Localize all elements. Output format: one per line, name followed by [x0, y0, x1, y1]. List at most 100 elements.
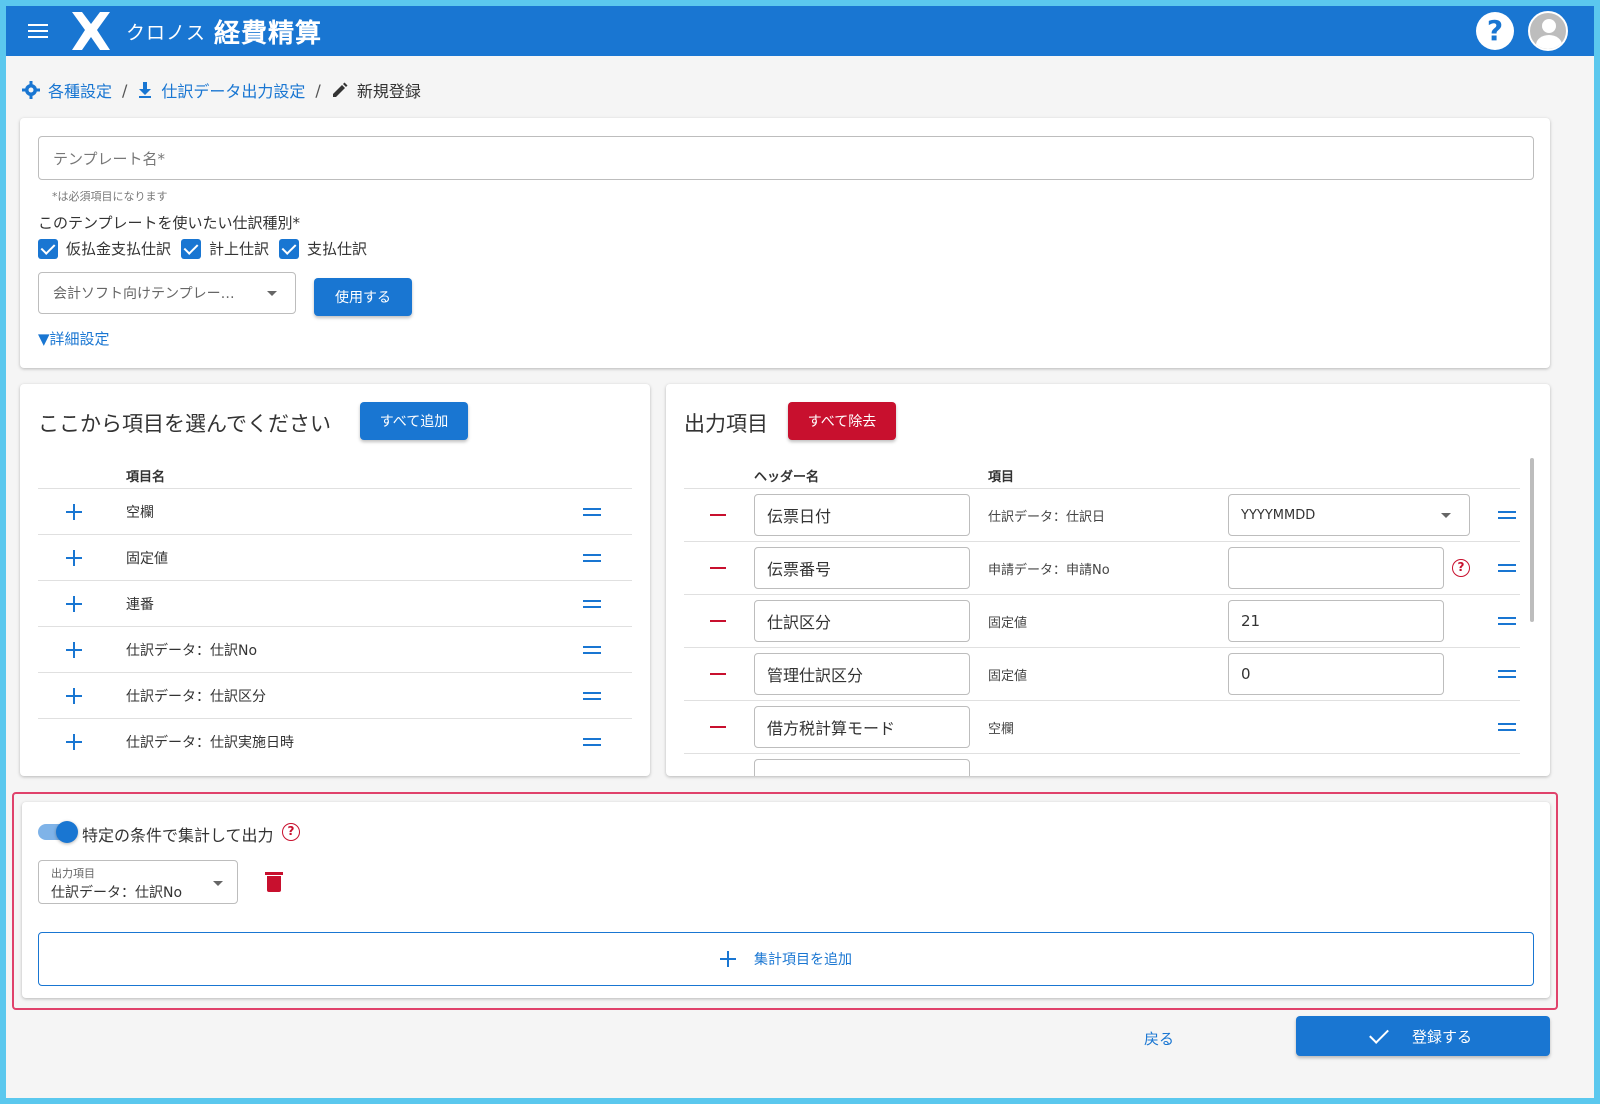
- remove-all-button[interactable]: すべて除去: [788, 402, 896, 440]
- register-button[interactable]: 登録する: [1296, 1016, 1550, 1056]
- item-source: 固定値: [988, 669, 1028, 684]
- checkbox-advance-payment[interactable]: 仮払金支払仕訳: [38, 238, 171, 259]
- breadcrumb-settings[interactable]: 各種設定: [22, 78, 112, 102]
- checkbox-checked-icon: [279, 238, 300, 259]
- list-item: 空欄: [38, 488, 632, 534]
- table-row: 借方税計算モード 空欄: [684, 700, 1520, 753]
- table-row: 伝票番号 申請データ：申請No ?: [684, 541, 1520, 594]
- app-bar: クロノス 経費精算 ?: [6, 6, 1594, 56]
- breadcrumb: 各種設定 / 仕訳データ出力設定 / 新規登録: [22, 78, 421, 102]
- help-circle-icon[interactable]: ?: [282, 823, 300, 841]
- trash-icon[interactable]: [265, 872, 283, 892]
- plus-icon[interactable]: [66, 687, 82, 704]
- output-items-title: 出力項目: [684, 412, 768, 436]
- journal-type-checkboxes: 仮払金支払仕訳 計上仕訳 支払仕訳: [38, 238, 377, 259]
- avatar[interactable]: [1528, 11, 1568, 51]
- drag-handle-icon[interactable]: [583, 645, 601, 654]
- header-name-input[interactable]: 管理仕訳区分: [754, 653, 970, 695]
- output-items-list: 伝票日付 仕訳データ：仕訳日 YYYYMMDD 伝票番号 申請データ：申請No …: [684, 488, 1520, 776]
- list-item: 仕訳データ：仕訳実施日時: [38, 718, 632, 764]
- available-items-card: ここから項目を選んでください すべて追加 項目名 空欄 固定値 連番 仕訳データ…: [20, 384, 650, 776]
- drag-handle-icon[interactable]: [583, 553, 601, 562]
- aggregate-toggle[interactable]: [38, 821, 78, 843]
- item-source: 固定値: [988, 616, 1028, 631]
- required-note: *は必須項目になります: [52, 190, 168, 203]
- drag-handle-icon[interactable]: [583, 691, 601, 700]
- output-items-card: 出力項目 すべて除去 ヘッダー名 項目 伝票日付 仕訳データ：仕訳日 YYYYM…: [666, 384, 1550, 776]
- value-input[interactable]: 0: [1228, 653, 1444, 695]
- minus-icon[interactable]: [710, 673, 726, 675]
- checkbox-payment[interactable]: 支払仕訳: [279, 238, 367, 259]
- template-form-card: テンプレート名* *は必須項目になります このテンプレートを使いたい仕訳種別* …: [20, 118, 1550, 368]
- caret-down-icon: [1441, 513, 1451, 518]
- column-item: 項目: [988, 470, 1015, 485]
- menu-button[interactable]: [18, 11, 58, 51]
- available-items-title: ここから項目を選んでください: [38, 412, 331, 436]
- download-icon: [139, 82, 152, 98]
- list-item: 仕訳データ：仕訳No: [38, 626, 632, 672]
- list-item: 仕訳データ：仕訳区分: [38, 672, 632, 718]
- table-row: 仕訳区分 固定値 21: [684, 594, 1520, 647]
- plus-icon[interactable]: [66, 595, 82, 612]
- app-title: 経費精算: [214, 18, 323, 49]
- drag-handle-icon[interactable]: [1498, 670, 1516, 678]
- header-name-input[interactable]: 伝票日付: [754, 494, 970, 536]
- drag-handle-icon[interactable]: [583, 507, 601, 516]
- drag-handle-icon[interactable]: [583, 599, 601, 608]
- item-source: 申請データ：申請No: [988, 563, 1110, 578]
- table-row: 伝票日付 仕訳データ：仕訳日 YYYYMMDD: [684, 488, 1520, 541]
- list-item: 固定値: [38, 534, 632, 580]
- value-input[interactable]: [1228, 547, 1444, 589]
- column-header-name: ヘッダー名: [754, 470, 820, 485]
- help-circle-icon[interactable]: ?: [1452, 559, 1470, 577]
- add-aggregate-item-button[interactable]: 集計項目を追加: [38, 932, 1534, 986]
- plus-icon[interactable]: [66, 549, 82, 566]
- minus-icon[interactable]: [710, 567, 726, 569]
- plus-icon[interactable]: [66, 733, 82, 750]
- user-icon: [1542, 19, 1556, 33]
- header-name-input[interactable]: 仕訳区分: [754, 600, 970, 642]
- table-row: 管理仕訳区分 固定値 0: [684, 647, 1520, 700]
- plus-icon: [720, 951, 736, 967]
- back-button[interactable]: 戻る: [1144, 1028, 1174, 1049]
- breadcrumb-new: 新規登録: [331, 78, 421, 102]
- minus-icon[interactable]: [710, 620, 726, 622]
- breadcrumb-journal-export[interactable]: 仕訳データ出力設定: [137, 78, 305, 102]
- item-source: 仕訳データ：仕訳日: [988, 510, 1106, 525]
- aggregate-card: 特定の条件で集計して出力 ? 出力項目 仕訳データ：仕訳No 集計項目を追加: [22, 802, 1550, 998]
- check-icon: [1369, 1024, 1389, 1044]
- drag-handle-icon[interactable]: [1498, 617, 1516, 625]
- list-item: 連番: [38, 580, 632, 626]
- header-name-input[interactable]: 伝票番号: [754, 547, 970, 589]
- drag-handle-icon[interactable]: [583, 737, 601, 746]
- journal-type-label: このテンプレートを使いたい仕訳種別*: [38, 214, 301, 232]
- minus-icon[interactable]: [710, 726, 726, 728]
- app-window: クロノス 経費精算 ? 各種設定 / 仕訳データ出力設定 / 新規登録 テンプレ…: [6, 6, 1594, 1098]
- header-name-input[interactable]: 借方税計算モード: [754, 706, 970, 748]
- drag-handle-icon[interactable]: [1498, 511, 1516, 519]
- caret-down-icon: [213, 881, 223, 886]
- logo-icon: [72, 12, 110, 50]
- help-icon[interactable]: ?: [1476, 12, 1514, 50]
- caret-down-icon: [267, 291, 277, 296]
- accounting-template-select[interactable]: 会計ソフト向けテンプレー…: [38, 272, 296, 314]
- scrollbar[interactable]: [1530, 458, 1534, 622]
- add-all-button[interactable]: すべて追加: [360, 402, 468, 440]
- value-input[interactable]: 21: [1228, 600, 1444, 642]
- checkbox-accrual[interactable]: 計上仕訳: [181, 238, 269, 259]
- template-name-input[interactable]: テンプレート名*: [38, 136, 1534, 180]
- plus-icon[interactable]: [66, 503, 82, 520]
- detail-settings-link[interactable]: ▼詳細設定: [38, 328, 110, 349]
- drag-handle-icon[interactable]: [1498, 564, 1516, 572]
- date-format-select[interactable]: YYYYMMDD: [1228, 494, 1470, 536]
- aggregate-toggle-label: 特定の条件で集計して出力: [82, 826, 274, 845]
- aggregate-item-select[interactable]: 出力項目 仕訳データ：仕訳No: [38, 860, 238, 904]
- brand-name: クロノス: [126, 21, 207, 44]
- minus-icon[interactable]: [710, 514, 726, 516]
- available-items-list: 空欄 固定値 連番 仕訳データ：仕訳No 仕訳データ：仕訳区分 仕訳データ：仕訳…: [38, 488, 632, 764]
- use-template-button[interactable]: 使用する: [314, 278, 412, 316]
- plus-icon[interactable]: [66, 641, 82, 658]
- pencil-icon: [332, 82, 348, 97]
- hamburger-icon: [28, 30, 48, 32]
- drag-handle-icon[interactable]: [1498, 723, 1516, 731]
